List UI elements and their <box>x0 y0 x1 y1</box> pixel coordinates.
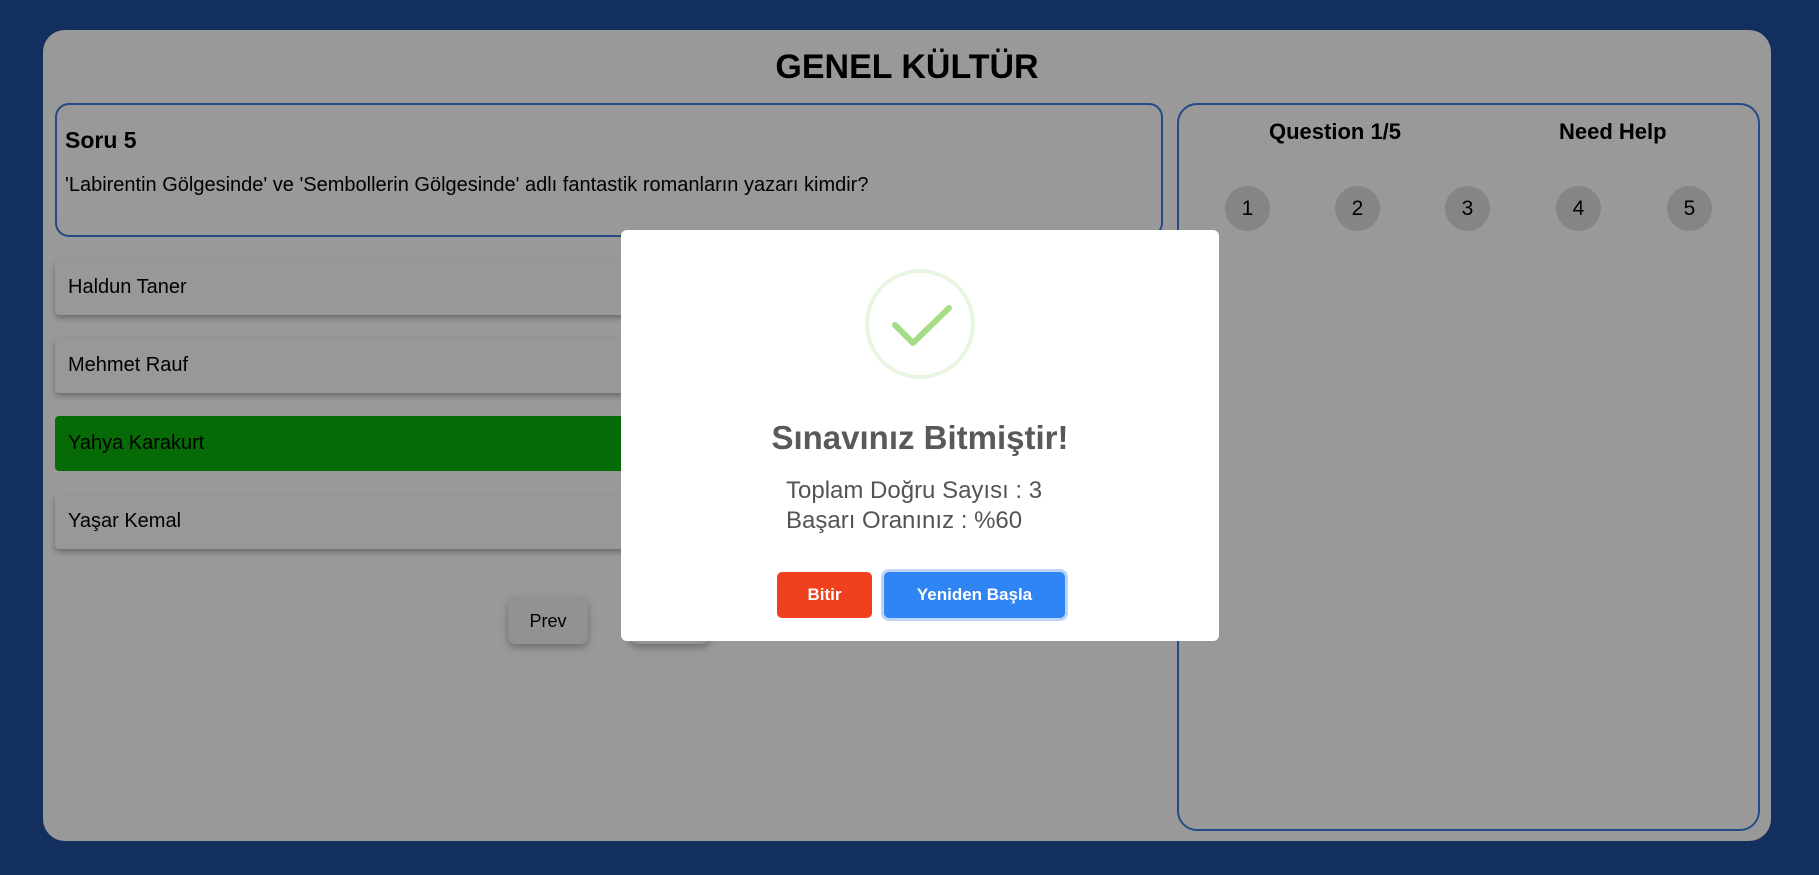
correct-count-text: Toplam Doğru Sayısı : 3 <box>786 477 1043 504</box>
success-icon-ring <box>865 269 975 379</box>
dialog-results: Toplam Doğru Sayısı : 3 Başarı Oranınız … <box>786 476 1042 536</box>
restart-button[interactable]: Yeniden Başla <box>884 572 1065 618</box>
success-rate-text: Başarı Oranınız : %60 <box>786 507 1023 534</box>
checkmark-icon <box>892 305 952 346</box>
finish-button[interactable]: Bitir <box>777 572 872 618</box>
result-dialog: Sınavınız Bitmiştir! Toplam Doğru Sayısı… <box>621 230 1219 641</box>
dialog-title: Sınavınız Bitmiştir! <box>771 419 1069 456</box>
